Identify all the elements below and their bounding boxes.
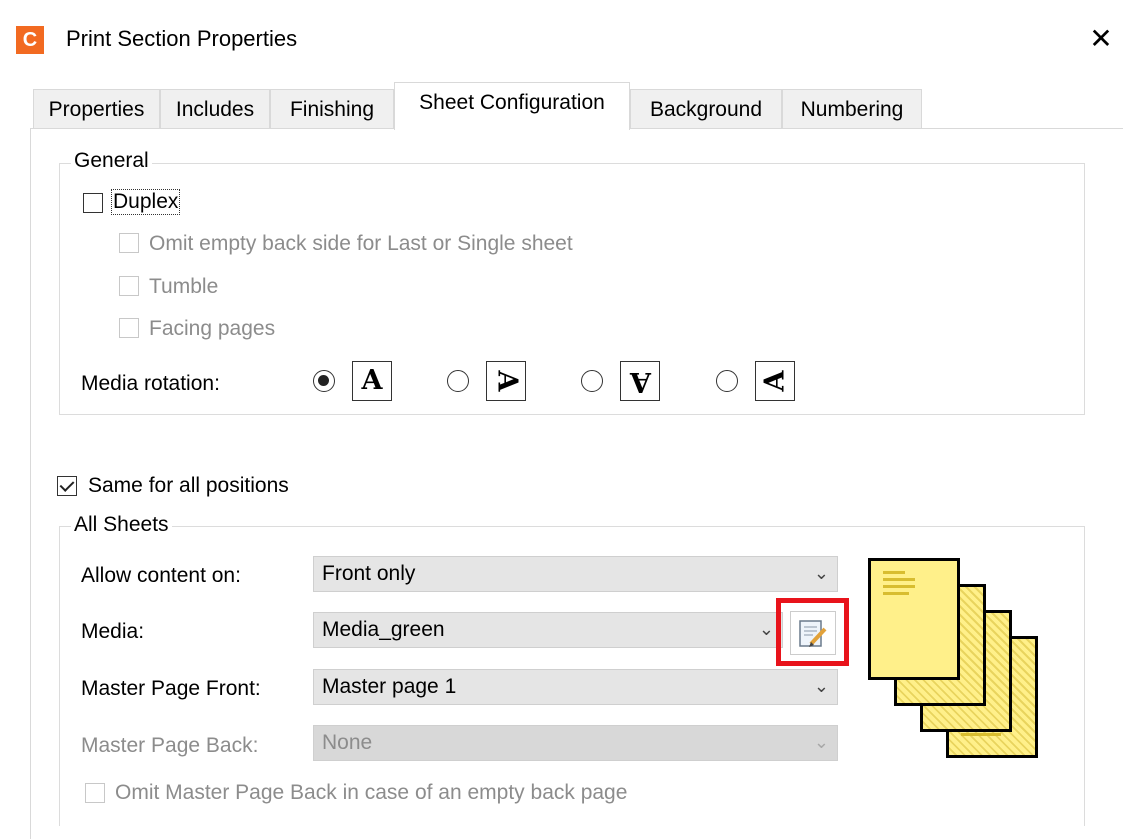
tab-includes[interactable]: Includes: [160, 89, 270, 129]
rotation-270-icon: A: [755, 361, 795, 401]
tab-sheet-configuration[interactable]: Sheet Configuration: [394, 82, 630, 130]
app-logo-icon: C: [16, 26, 44, 54]
tab-background[interactable]: Background: [630, 89, 782, 129]
master-page-back-label: Master Page Back:: [81, 734, 259, 757]
all-sheets-legend: All Sheets: [71, 513, 172, 537]
tab-properties[interactable]: Properties: [33, 89, 160, 129]
master-page-back-select[interactable]: None ⌄: [313, 725, 838, 761]
tab-numbering[interactable]: Numbering: [782, 89, 922, 129]
omit-master-back-label: Omit Master Page Back in case of an empt…: [115, 781, 628, 804]
media-select[interactable]: Media_green ⌄: [313, 612, 783, 648]
allow-content-on-value: Front only: [322, 562, 416, 585]
facing-pages-label: Facing pages: [149, 317, 276, 340]
chevron-down-icon: ⌄: [758, 619, 774, 639]
same-for-all-positions-checkbox[interactable]: [57, 476, 77, 496]
text-line: [883, 585, 915, 588]
allow-content-on-label: Allow content on:: [81, 564, 241, 587]
rotation-90-icon: A: [486, 361, 526, 401]
rotation-90-radio[interactable]: [447, 370, 469, 392]
rotation-270-radio[interactable]: [716, 370, 738, 392]
allow-content-on-select[interactable]: Front only ⌄: [313, 556, 838, 592]
window-title: Print Section Properties: [66, 26, 298, 51]
rotation-0-icon: A: [352, 361, 392, 401]
chevron-down-icon: ⌄: [813, 676, 829, 696]
title-bar: C Print Section Properties ✕: [0, 0, 1123, 80]
text-line: [883, 578, 915, 581]
text-line: [883, 592, 909, 595]
media-rotation-label: Media rotation:: [81, 372, 220, 395]
media-label: Media:: [81, 620, 145, 643]
general-legend: General: [71, 149, 152, 173]
rotation-0-radio[interactable]: [313, 370, 335, 392]
tab-finishing[interactable]: Finishing: [270, 89, 394, 129]
highlight-frame: [776, 598, 849, 666]
tumble-checkbox[interactable]: [119, 276, 139, 296]
text-line: [883, 571, 905, 574]
master-page-front-select[interactable]: Master page 1 ⌄: [313, 669, 838, 705]
tumble-label: Tumble: [149, 275, 219, 298]
text-line: [961, 733, 1001, 736]
sheet-1: [868, 558, 960, 680]
master-page-front-value: Master page 1: [322, 675, 457, 698]
chevron-down-icon: ⌄: [813, 732, 829, 752]
omit-empty-back-checkbox[interactable]: [119, 233, 139, 253]
omit-master-back-checkbox[interactable]: [85, 783, 105, 803]
master-page-back-value: None: [322, 731, 373, 754]
same-for-all-positions-label[interactable]: Same for all positions: [88, 474, 289, 498]
omit-empty-back-label: Omit empty back side for Last or Single …: [149, 232, 573, 255]
sheets-stack-icon: [866, 556, 1056, 766]
close-icon[interactable]: ✕: [1086, 22, 1116, 56]
media-value: Media_green: [322, 618, 445, 641]
chevron-down-icon: ⌄: [813, 563, 829, 583]
master-page-front-label: Master Page Front:: [81, 677, 261, 700]
duplex-checkbox[interactable]: [83, 193, 103, 213]
duplex-label[interactable]: Duplex: [110, 189, 181, 215]
rotation-180-radio[interactable]: [581, 370, 603, 392]
facing-pages-checkbox[interactable]: [119, 318, 139, 338]
rotation-180-icon: A: [620, 361, 660, 401]
